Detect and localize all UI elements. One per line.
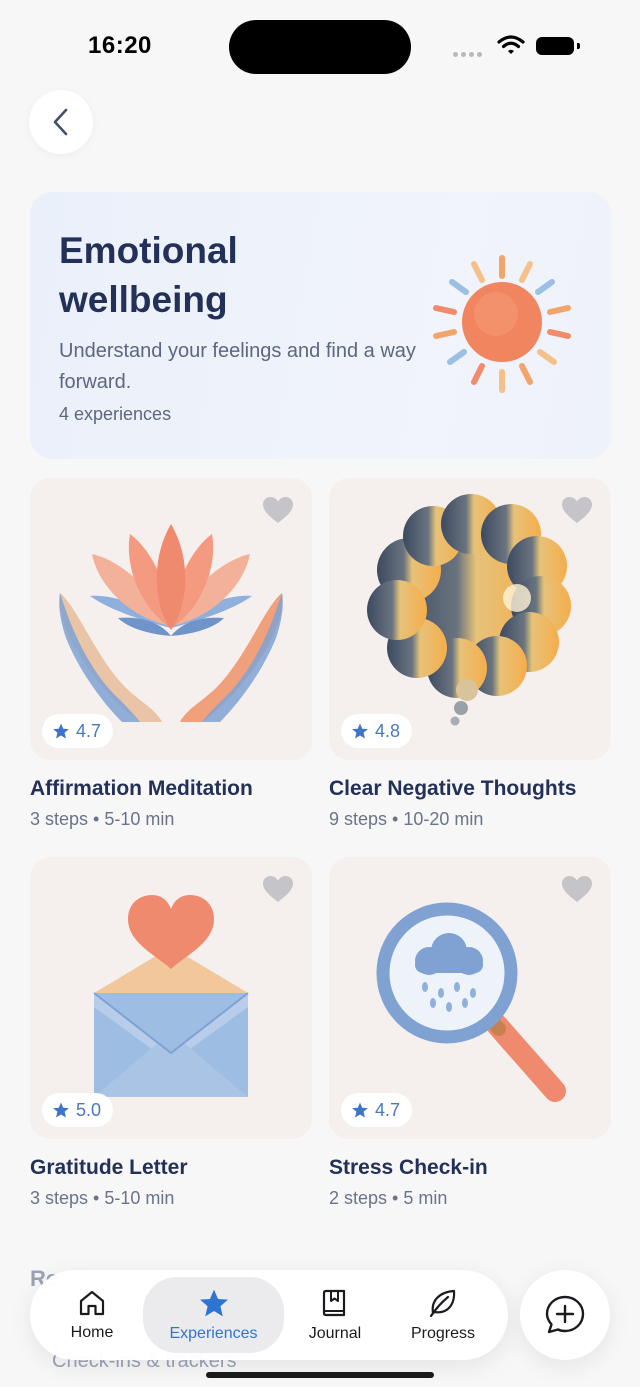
status-time: 16:20 [88, 32, 152, 59]
experience-card-affirmation-meditation[interactable]: 4.7 Affirmation Meditation 3 steps • 5-1… [30, 478, 312, 830]
star-icon [352, 723, 368, 739]
card-meta: 2 steps • 5 min [329, 1188, 448, 1208]
card-title: Affirmation Meditation [30, 777, 253, 800]
chat-plus-icon [545, 1295, 585, 1334]
chevron-left-icon [53, 108, 68, 136]
card-image: 4.7 [30, 478, 312, 760]
nav-journal[interactable]: Journal [295, 1270, 375, 1360]
card-image: 4.8 [329, 478, 611, 760]
house-icon [79, 1290, 105, 1316]
wifi-icon [497, 35, 525, 54]
rating-badge: 4.7 [42, 714, 114, 748]
back-button[interactable] [29, 90, 93, 154]
card-image: 5.0 [30, 857, 312, 1139]
card-meta: 3 steps • 5-10 min [30, 1188, 175, 1208]
experience-count: 4 experiences [59, 404, 172, 424]
home-indicator [206, 1372, 434, 1378]
nav-progress-label: Progress [410, 1325, 476, 1342]
nav-experiences[interactable]: Experiences [143, 1277, 284, 1353]
heart-icon[interactable] [561, 496, 593, 524]
book-bookmark-icon [322, 1289, 346, 1317]
rating-value: 4.7 [76, 720, 102, 741]
dynamic-island [229, 20, 411, 74]
heart-icon[interactable] [561, 875, 593, 903]
heart-icon[interactable] [262, 496, 294, 524]
card-meta: 3 steps • 5-10 min [30, 809, 175, 829]
star-icon [199, 1289, 228, 1317]
category-hero-card: Emotional wellbeing Understand your feel… [30, 192, 611, 459]
card-meta: 9 steps • 10-20 min [329, 809, 484, 829]
rating-value: 5.0 [76, 1099, 102, 1120]
new-chat-button[interactable] [520, 1270, 610, 1360]
status-bar: 16:20 [0, 0, 640, 90]
nav-progress[interactable]: Progress [403, 1270, 483, 1360]
experience-card-clear-negative-thoughts[interactable]: 4.8 Clear Negative Thoughts 9 steps • 10… [329, 478, 611, 830]
star-icon [53, 723, 69, 739]
star-icon [352, 1102, 368, 1118]
category-description: Understand your feelings and find a way … [59, 340, 416, 393]
leaf-icon [429, 1289, 456, 1318]
rating-badge: 4.7 [341, 1093, 413, 1127]
bottom-nav: Home Experiences Journal Progress [30, 1270, 508, 1360]
card-title: Gratitude Letter [30, 1156, 188, 1179]
page-title: Emotional wellbeing [59, 230, 238, 320]
rating-badge: 5.0 [42, 1093, 114, 1127]
battery-icon [536, 37, 574, 55]
rating-badge: 4.8 [341, 714, 413, 748]
sun-illustration [433, 255, 571, 393]
card-title: Clear Negative Thoughts [329, 777, 577, 800]
heart-icon[interactable] [262, 875, 294, 903]
experience-card-stress-check-in[interactable]: 4.7 Stress Check-in 2 steps • 5 min [329, 857, 611, 1209]
nav-home[interactable]: Home [52, 1270, 132, 1360]
rating-value: 4.8 [375, 720, 401, 741]
nav-journal-label: Journal [308, 1325, 362, 1342]
experience-card-gratitude-letter[interactable]: 5.0 Gratitude Letter 3 steps • 5-10 min [30, 857, 312, 1209]
card-title: Stress Check-in [329, 1156, 488, 1179]
card-image: 4.7 [329, 857, 611, 1139]
nav-home-label: Home [70, 1324, 114, 1341]
rating-value: 4.7 [375, 1099, 401, 1120]
nav-experiences-label: Experiences [169, 1325, 258, 1342]
star-icon [53, 1102, 69, 1118]
signal-icon [453, 44, 485, 62]
